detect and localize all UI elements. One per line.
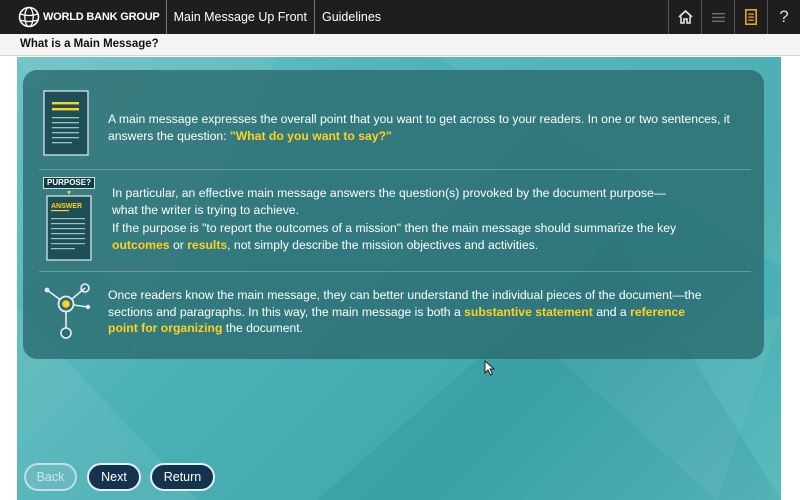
outcomes-highlight: outcomes — [112, 237, 170, 252]
notes-button[interactable] — [734, 0, 767, 34]
main-message-panel: A main message expresses the overall poi… — [23, 70, 764, 359]
mouse-cursor-icon — [484, 360, 495, 376]
section-2-line-2: If the purpose is "to report the outcome… — [112, 221, 677, 252]
substantive-statement-highlight: substantive statement — [464, 304, 593, 319]
help-icon: ? — [779, 7, 789, 26]
help-button[interactable]: ? — [767, 0, 800, 34]
return-button[interactable]: Return — [150, 463, 215, 491]
breadcrumb-main-message[interactable]: Main Message Up Front — [167, 0, 315, 34]
section-3-text: Once readers know the main message, they… — [108, 288, 702, 335]
content-stage: A main message expresses the overall poi… — [17, 57, 781, 500]
page-title: What is a Main Message? — [20, 38, 159, 50]
breadcrumb-guidelines[interactable]: Guidelines — [315, 0, 388, 34]
next-button[interactable]: Next — [87, 463, 141, 491]
purpose-answer-icon: PURPOSE? ANSWER — [43, 177, 95, 261]
section-divider-2 — [39, 271, 751, 272]
logo-text: WORLD BANK GROUP — [43, 11, 160, 23]
home-button[interactable] — [668, 0, 701, 34]
section-1-text: A main message expresses the overall poi… — [108, 112, 730, 143]
notes-icon — [745, 9, 757, 25]
network-nodes-icon — [44, 283, 91, 339]
section-divider-1 — [39, 169, 751, 170]
question-highlight: "What do you want to say?" — [229, 128, 392, 143]
menu-button[interactable] — [701, 0, 734, 34]
home-icon — [677, 10, 693, 24]
menu-icon — [711, 12, 725, 22]
section-2-line-1: In particular, an effective main message… — [112, 186, 666, 217]
purpose-document — [46, 191, 92, 261]
back-button[interactable]: Back — [24, 463, 77, 491]
world-bank-logo[interactable]: WORLD BANK GROUP — [0, 0, 167, 34]
top-bar: WORLD BANK GROUP Main Message Up Front G… — [0, 0, 800, 34]
title-bar: What is a Main Message? — [0, 34, 800, 56]
document-lines-icon — [43, 90, 89, 156]
globe-logo-icon — [18, 6, 40, 28]
answer-label: ANSWER — [51, 203, 83, 210]
purpose-label: PURPOSE? — [43, 177, 95, 189]
toolbar-actions: ? — [668, 0, 800, 34]
results-highlight: results — [187, 237, 228, 252]
